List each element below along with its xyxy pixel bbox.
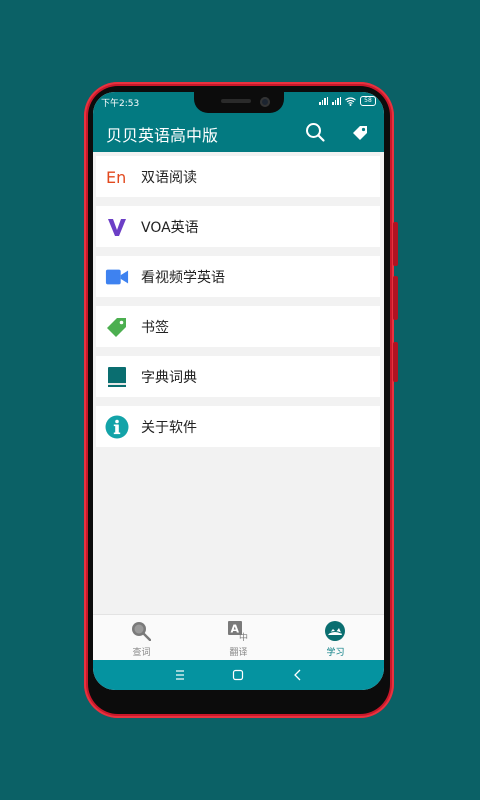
magnifier-icon — [131, 621, 152, 642]
system-navigation-bar — [93, 660, 384, 690]
menu-item-bilingual-reading[interactable]: En 双语阅读 — [96, 156, 380, 197]
volume-button — [393, 222, 398, 266]
svg-text:中: 中 — [239, 632, 248, 642]
en-text-icon: En — [105, 165, 129, 189]
app-title: 贝贝英语高中版 — [106, 126, 219, 145]
front-camera — [260, 97, 270, 107]
earpiece-speaker — [221, 99, 251, 103]
signal-icon-2 — [332, 97, 341, 105]
camera-notch — [194, 92, 284, 113]
signal-icon — [319, 97, 328, 105]
menu-item-label: 关于软件 — [141, 419, 197, 436]
info-icon — [105, 415, 129, 439]
menu-item-label: VOA英语 — [141, 219, 199, 236]
menu-item-label: 字典词典 — [141, 369, 197, 386]
tab-label: 学习 — [326, 648, 345, 658]
menu-item-label: 看视频学英语 — [141, 269, 225, 286]
menu-item-bookmarks[interactable]: 书签 — [96, 306, 380, 347]
svg-text:En: En — [106, 168, 126, 187]
search-icon[interactable] — [304, 121, 326, 143]
menu-icon[interactable] — [172, 667, 188, 683]
app-screen: 下午2:53 58 贝贝英语高中版 En 双语阅读 VOA英语 看视频学英语 书… — [93, 92, 384, 690]
menu-item-about[interactable]: 关于软件 — [96, 406, 380, 447]
learn-icon — [325, 621, 345, 641]
volume-button-lower — [393, 276, 398, 320]
status-time: 下午2:53 — [101, 99, 140, 109]
menu-item-label: 双语阅读 — [141, 169, 197, 186]
v-logo-icon — [105, 215, 129, 239]
translate-icon: A中 — [228, 621, 248, 644]
bookmark-tag-icon — [105, 315, 129, 339]
battery-icon: 58 — [360, 96, 376, 106]
wifi-icon — [345, 96, 356, 106]
tab-label: 翻译 — [229, 648, 248, 658]
book-icon — [105, 365, 129, 389]
menu-item-video-english[interactable]: 看视频学英语 — [96, 256, 380, 297]
tag-icon[interactable] — [349, 121, 371, 143]
tab-label: 查词 — [132, 648, 151, 658]
menu-item-label: 书签 — [141, 319, 169, 336]
back-icon[interactable] — [290, 667, 306, 683]
tab-learn[interactable]: 学习 — [287, 615, 384, 661]
video-camera-icon — [105, 265, 129, 289]
menu-item-voa-english[interactable]: VOA英语 — [96, 206, 380, 247]
tab-translate[interactable]: A中 翻译 — [190, 615, 287, 661]
tab-lookup[interactable]: 查词 — [93, 615, 190, 661]
menu-item-dictionary[interactable]: 字典词典 — [96, 356, 380, 397]
learning-menu: En 双语阅读 VOA英语 看视频学英语 书签 字典词典 关于软件 — [93, 152, 384, 614]
app-bar: 贝贝英语高中版 — [93, 113, 384, 152]
bottom-tab-bar: 查词 A中 翻译 学习 — [93, 614, 384, 661]
home-icon[interactable] — [230, 667, 246, 683]
power-button — [393, 342, 398, 382]
